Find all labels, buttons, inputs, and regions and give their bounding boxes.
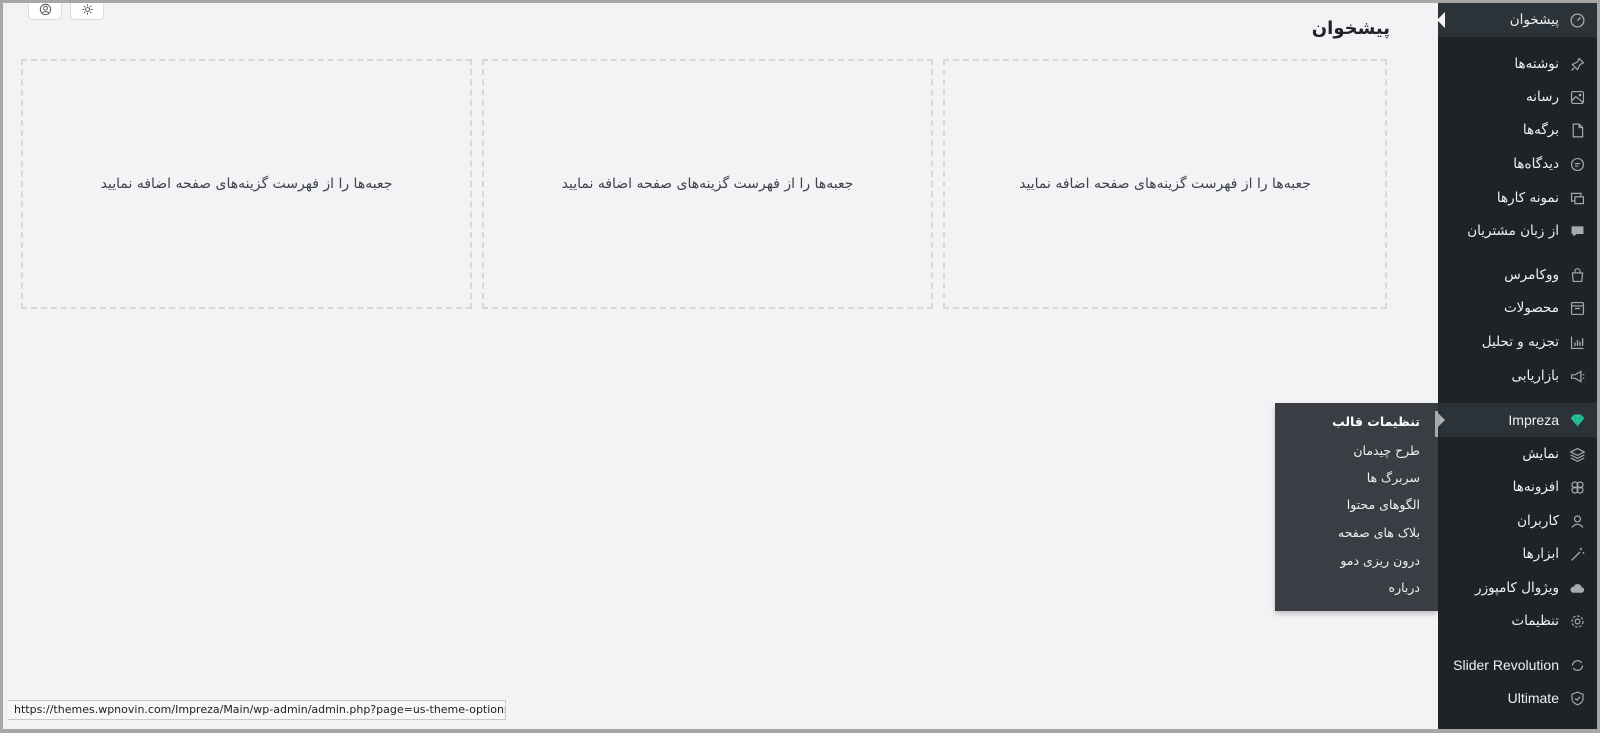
impreza-submenu: تنظیمات قالب طرح چیدمان سربرگ ها الگوهای…	[1275, 403, 1438, 611]
empty-box-middle: جعبه‌ها را از فهرست گزینه‌های صفحه اضافه…	[482, 59, 933, 309]
sidebar-item-visual-composer[interactable]: ویژوال کامپوزر	[1438, 571, 1600, 605]
gear-icon	[81, 4, 93, 15]
sidebar-item-analytics[interactable]: تجزیه و تحلیل	[1438, 325, 1600, 359]
status-bar-url: https://themes.wpnovin.com/Impreza/Main/…	[8, 700, 506, 720]
portfolio-icon	[1567, 188, 1587, 208]
sidebar-item-posts[interactable]: نوشته‌ها	[1438, 47, 1600, 81]
user-icon	[1567, 511, 1587, 531]
sidebar-item-woocommerce[interactable]: ووکامرس	[1438, 258, 1600, 292]
sidebar-item-users[interactable]: کاربران	[1438, 504, 1600, 538]
settings-icon	[1567, 611, 1587, 631]
plugin-icon	[1567, 477, 1587, 497]
submenu-item-headers[interactable]: سربرگ ها	[1367, 470, 1420, 485]
cloud-icon	[1567, 578, 1587, 598]
shopping-bag-icon	[1567, 265, 1587, 285]
sidebar-item-pages[interactable]: برگه‌ها	[1438, 113, 1600, 147]
submenu-item-demo-import[interactable]: درون ریزی دمو	[1340, 553, 1420, 568]
submenu-item-page-blocks[interactable]: بلاک های صفحه	[1338, 525, 1420, 540]
page-icon	[1567, 120, 1587, 140]
sidebar-item-appearance[interactable]: نمایش	[1438, 437, 1600, 471]
sidebar-item-settings[interactable]: تنظیمات	[1438, 604, 1600, 638]
wand-icon	[1567, 544, 1587, 564]
submenu-item-theme-options[interactable]: تنظیمات قالب	[1332, 414, 1420, 429]
sidebar-item-plugins[interactable]: افزونه‌ها	[1438, 470, 1600, 504]
testimonial-icon	[1567, 221, 1587, 241]
sidebar-item-marketing[interactable]: بازاریابی	[1438, 359, 1600, 393]
page-title: پیشخوان	[1311, 18, 1390, 39]
submenu-active-marker	[1435, 411, 1438, 437]
layers-icon	[1567, 444, 1587, 464]
sidebar-item-products[interactable]: محصولات	[1438, 291, 1600, 325]
dashboard-icon	[1567, 10, 1587, 30]
submenu-pointer	[1438, 413, 1445, 427]
comment-icon	[1567, 154, 1587, 174]
user-circle-icon	[39, 3, 51, 16]
sidebar-item-portfolio[interactable]: نمونه کارها	[1438, 181, 1600, 215]
submenu-item-about[interactable]: درباره	[1389, 580, 1420, 595]
diamond-icon	[1567, 410, 1587, 430]
sidebar-item-dashboard[interactable]: پیشخوان	[1437, 3, 1600, 37]
empty-box-text: جعبه‌ها را از فهرست گزینه‌های صفحه اضافه…	[1019, 176, 1311, 192]
empty-box-left: جعبه‌ها را از فهرست گزینه‌های صفحه اضافه…	[21, 59, 472, 309]
pin-icon	[1567, 54, 1587, 74]
sidebar-item-ultimate[interactable]: Ultimate	[1438, 681, 1600, 715]
sidebar-item-testimonials[interactable]: از زبان مشتریان	[1438, 214, 1600, 248]
refresh-icon	[1567, 655, 1587, 675]
archive-icon	[1567, 298, 1587, 318]
screen-options-button[interactable]	[28, 0, 62, 20]
sidebar-item-tools[interactable]: ابزارها	[1438, 537, 1600, 571]
main-content: پیشخوان جعبه‌ها را از فهرست گزینه‌های صف…	[8, 0, 1438, 733]
empty-box-text: جعبه‌ها را از فهرست گزینه‌های صفحه اضافه…	[100, 176, 393, 192]
bar-chart-icon	[1567, 332, 1587, 352]
submenu-item-layouts[interactable]: طرح چیدمان	[1353, 443, 1420, 458]
shield-icon	[1567, 688, 1587, 708]
media-icon	[1567, 87, 1587, 107]
empty-box-right: جعبه‌ها را از فهرست گزینه‌های صفحه اضافه…	[943, 59, 1387, 309]
admin-sidebar: پیشخوان نوشته‌ها رسانه برگه‌ها دیدگاه‌ها…	[1437, 0, 1600, 733]
sidebar-item-impreza[interactable]: Impreza	[1438, 403, 1600, 437]
sidebar-item-comments[interactable]: دیدگاه‌ها	[1438, 147, 1600, 181]
submenu-item-content-templates[interactable]: الگوهای محتوا	[1347, 497, 1420, 512]
empty-box-text: جعبه‌ها را از فهرست گزینه‌های صفحه اضافه…	[561, 176, 854, 192]
sidebar-item-slider-revolution[interactable]: Slider Revolution	[1438, 648, 1600, 682]
sidebar-item-media[interactable]: رسانه	[1438, 80, 1600, 114]
megaphone-icon	[1567, 366, 1587, 386]
help-button[interactable]	[70, 0, 104, 20]
